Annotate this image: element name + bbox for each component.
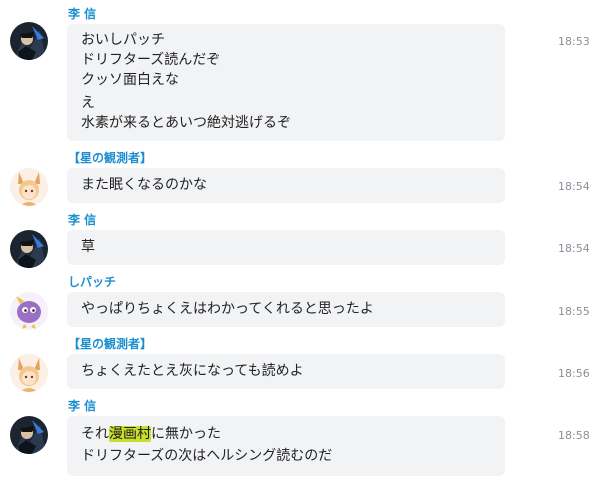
- message-timestamp: 18:54: [558, 180, 590, 193]
- dark-armored-character-avatar-icon[interactable]: [10, 416, 48, 454]
- purple-round-creature-avatar-icon[interactable]: [10, 292, 48, 330]
- message-bubble: 草: [67, 230, 505, 265]
- message-timestamp: 18:58: [558, 429, 590, 442]
- message-text: それ漫画村に無かった: [81, 424, 491, 444]
- message-bubble: ちょくえたとえ灰になっても読めよ: [67, 354, 505, 389]
- message-bubble: それ漫画村に無かった ドリフターズの次はヘルシング読むのだ: [67, 416, 505, 476]
- message-bubble: おいしパッチ ドリフターズ読んだぞ クッソ面白えな え 水素が来るとあいつ絶対逃…: [67, 24, 505, 141]
- message-text-segment: に無かった: [151, 426, 221, 442]
- message-author[interactable]: 【星の観測者】: [68, 337, 152, 351]
- message-text: クッソ面白えな: [81, 72, 179, 88]
- highlighted-keyword: 漫画村: [109, 426, 151, 442]
- message-timestamp: 18:54: [558, 242, 590, 255]
- message-text: え: [81, 95, 95, 111]
- message-text: ドリフターズの次はヘルシング読むのだ: [81, 448, 333, 464]
- message-text: おいしパッチ: [81, 32, 165, 48]
- message-timestamp: 18:55: [558, 305, 590, 318]
- message-author[interactable]: 李 信: [68, 213, 96, 227]
- message-author[interactable]: 李 信: [68, 399, 96, 413]
- message-timestamp: 18:53: [558, 35, 590, 48]
- blonde-fox-ear-girl-avatar-icon[interactable]: [10, 168, 48, 206]
- message-text: 草: [81, 239, 95, 255]
- message-author[interactable]: 【星の観測者】: [68, 151, 152, 165]
- message-bubble: また眠くなるのかな: [67, 168, 505, 203]
- chat-log: 李 信 おいしパッチ ドリフターズ読んだぞ クッソ面白えな え 水素が来るとあい…: [0, 0, 598, 484]
- message-text: やっぱりちょくえはわかってくれると思ったよ: [81, 301, 374, 317]
- blonde-fox-ear-girl-avatar-icon[interactable]: [10, 354, 48, 392]
- message-text-segment: それ: [81, 426, 109, 442]
- message-author[interactable]: しパッチ: [68, 275, 116, 289]
- message-author[interactable]: 李 信: [68, 7, 96, 21]
- message-bubble: やっぱりちょくえはわかってくれると思ったよ: [67, 292, 505, 327]
- message-timestamp: 18:56: [558, 367, 590, 380]
- message-text: 水素が来るとあいつ絶対逃げるぞ: [81, 115, 291, 131]
- message-text: ドリフターズ読んだぞ: [81, 52, 221, 68]
- dark-armored-character-avatar-icon[interactable]: [10, 230, 48, 268]
- message-text: また眠くなるのかな: [81, 177, 207, 193]
- message-text: ちょくえたとえ灰になっても読めよ: [81, 363, 304, 379]
- dark-armored-character-avatar-icon[interactable]: [10, 22, 48, 60]
